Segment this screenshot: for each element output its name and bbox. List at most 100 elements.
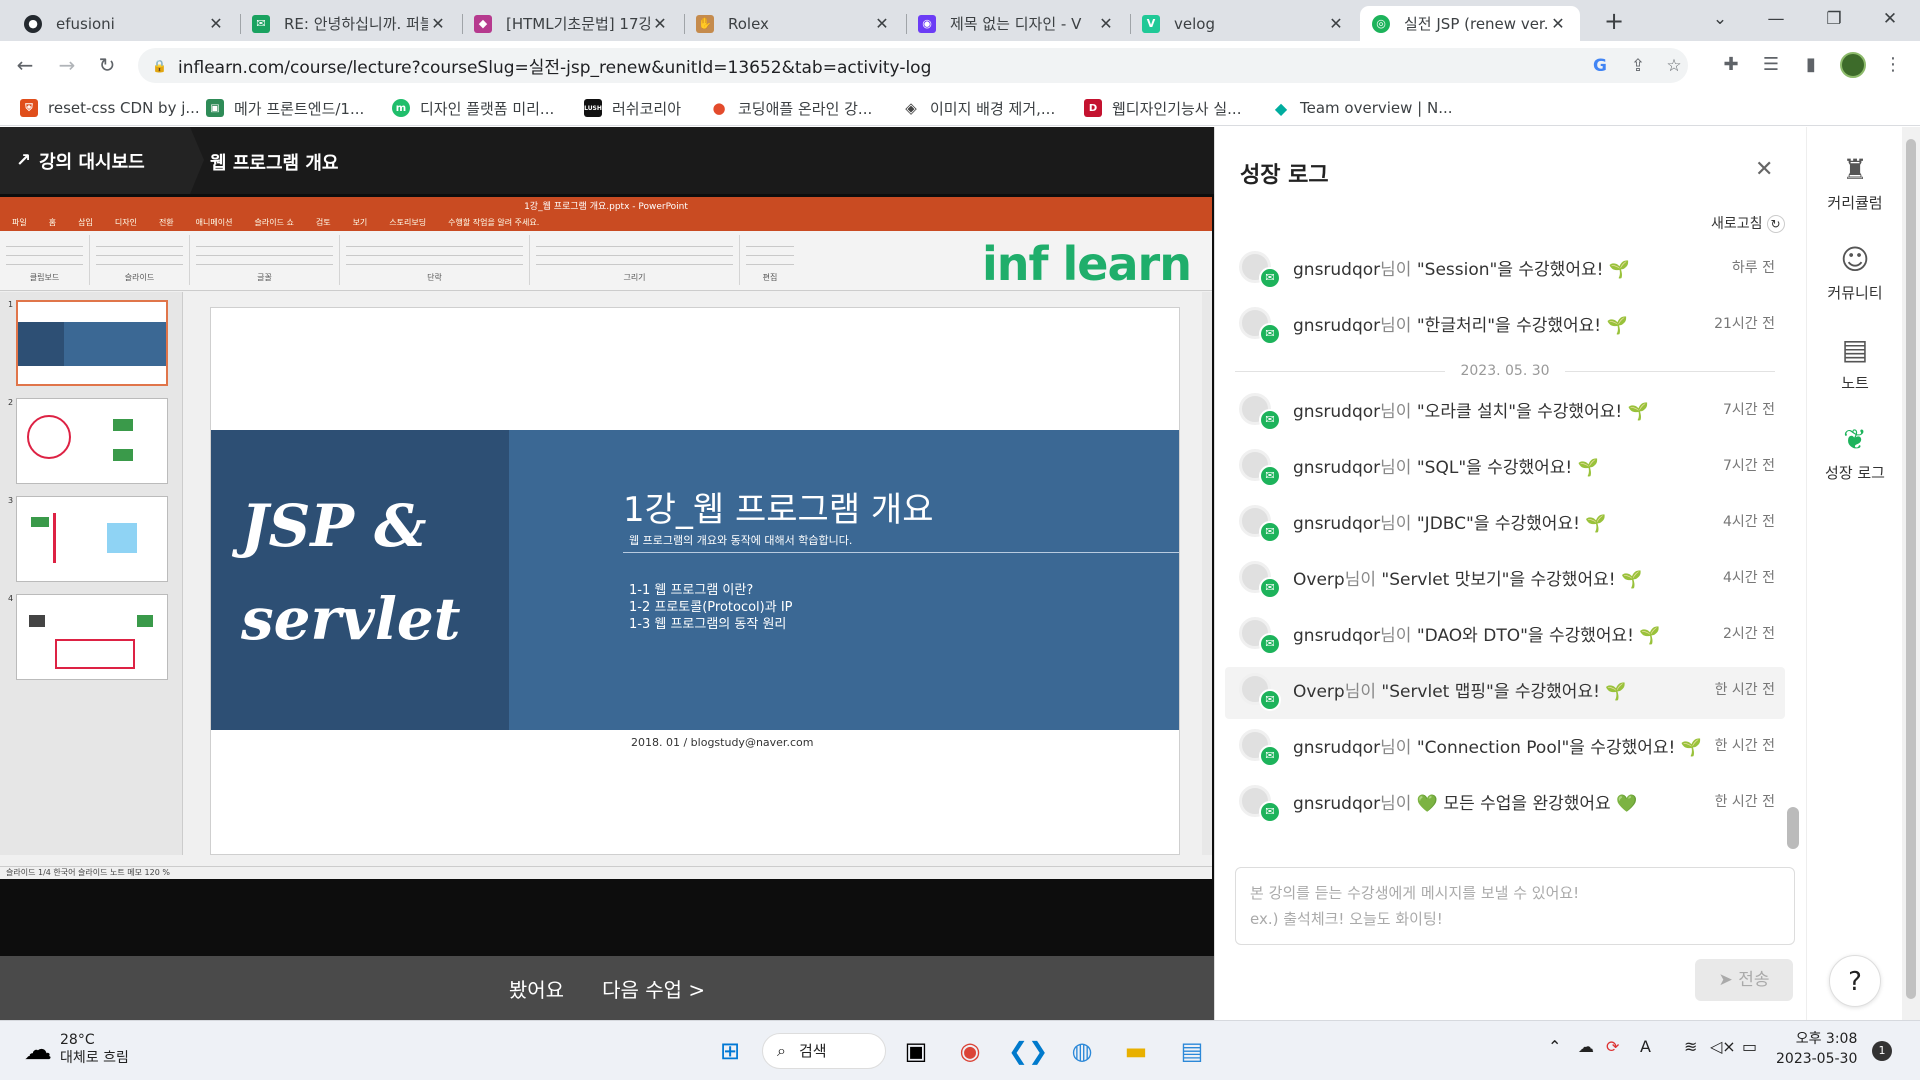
page-scrollbar-thumb[interactable] [1906, 139, 1916, 999]
sync-icon[interactable]: ⟳ [1606, 1037, 1619, 1056]
slide-thumb-4[interactable] [16, 594, 168, 680]
reload-button[interactable]: ↻ [92, 50, 122, 80]
close-tab-icon[interactable]: ✕ [872, 14, 892, 33]
feed-user[interactable]: gnsrudqor [1293, 316, 1380, 336]
tab-rolex[interactable]: ✋ Rolex ✕ [684, 6, 904, 41]
feed-text: gnsrudqor님이 "한글처리"을 수강했어요! 🌱 [1293, 311, 1628, 336]
taskbar-search[interactable]: ⌕ 검색 [762, 1033, 886, 1069]
minimize-button[interactable]: — [1748, 0, 1804, 41]
bookmark-star-icon[interactable]: ☆ [1662, 54, 1686, 78]
lock-icon[interactable]: 🔒 [152, 59, 170, 73]
notepad-icon[interactable]: ▤ [1174, 1033, 1210, 1069]
task-view-icon[interactable]: ▣ [898, 1033, 934, 1069]
onedrive-icon[interactable]: ☁ [1578, 1037, 1594, 1056]
reading-list-icon[interactable]: ☰ [1756, 50, 1786, 80]
extensions-icon[interactable]: ✚ [1716, 50, 1746, 80]
tab-jsp-course[interactable]: ◎ 실전 JSP (renew ver.) ✕ [1360, 6, 1580, 41]
slide-subheading: 웹 프로그램의 개요와 동작에 대해서 학습합니다. [629, 534, 853, 547]
menu-icon[interactable]: ⋮ [1878, 50, 1908, 80]
bookmark-lush[interactable]: LUSH 러쉬코리아 [584, 96, 681, 120]
side-panel-icon[interactable]: ▮ [1796, 50, 1826, 80]
bookmark-web-design[interactable]: D 웹디자인기능사 실... [1084, 96, 1241, 120]
google-icon[interactable]: G [1588, 54, 1612, 78]
maximize-button[interactable]: ❐ [1806, 0, 1862, 41]
bookmark-mega-frontend[interactable]: ▣ 메가 프론트엔드/1... [206, 96, 364, 120]
tab-design[interactable]: ◉ 제목 없는 디자인 - V ✕ [906, 6, 1128, 41]
tab-velog[interactable]: V velog ✕ [1130, 6, 1358, 41]
notification-badge[interactable]: 1 [1872, 1041, 1892, 1061]
rail-growth-log[interactable]: ❦ 성장 로그 [1807, 423, 1903, 483]
ppt-scrollbar[interactable] [1202, 292, 1212, 855]
feed-user[interactable]: gnsrudqor [1293, 794, 1380, 814]
rail-notes[interactable]: ▤ 노트 [1807, 333, 1903, 393]
weather-widget[interactable]: ☁ 28°C 대체로 흐림 [24, 1031, 129, 1067]
ribbon-controls [536, 241, 733, 269]
back-button[interactable]: ← [10, 50, 40, 80]
ppt-menu-item: 디자인 [114, 218, 137, 227]
bookmark-remove-bg[interactable]: ◈ 이미지 배경 제거,... [902, 96, 1055, 120]
globe-app-icon[interactable]: ◍ [1064, 1033, 1100, 1069]
feed-scrollbar[interactable] [1787, 807, 1799, 849]
system-clock[interactable]: 오후 3:08 2023-05-30 [1776, 1029, 1857, 1069]
close-window-button[interactable]: ✕ [1862, 0, 1918, 41]
tab-efusioni[interactable]: ● efusioni ✕ [12, 6, 238, 41]
address-bar[interactable]: 🔒 inflearn.com/course/lecture?courseSlug… [138, 48, 1688, 83]
send-label: 전송 [1738, 970, 1770, 990]
feed-user[interactable]: Overp [1293, 570, 1345, 590]
help-button[interactable]: ? [1829, 955, 1881, 1007]
feed-user[interactable]: gnsrudqor [1293, 458, 1380, 478]
ribbon-controls [6, 241, 83, 269]
bookmark-coding-apple[interactable]: ● 코딩애플 온라인 강... [710, 96, 872, 120]
dashboard-link[interactable]: ↗ 강의 대시보드 [0, 127, 190, 194]
velog-icon: V [1142, 14, 1160, 33]
bookmark-label: 메가 프론트엔드/1... [234, 99, 365, 118]
close-tab-icon[interactable]: ✕ [1096, 14, 1116, 33]
vscode-icon[interactable]: ❮❯ [1008, 1033, 1048, 1069]
new-tab-button[interactable]: + [1599, 7, 1629, 37]
right-nav-rail: ♜ 커리큘럼 ☺ 커뮤니티 ▤ 노트 ❦ 성장 로그 ? [1806, 127, 1902, 1020]
slide-thumb-2[interactable] [16, 398, 168, 484]
next-lesson-button[interactable]: 다음 수업 > [602, 974, 705, 1003]
close-tab-icon[interactable]: ✕ [206, 14, 226, 33]
feed-item: ✉ Overp님이 "Servlet 맛보기"을 수강했어요! 🌱 4시간 전 [1225, 555, 1785, 607]
wifi-icon[interactable]: ≋ [1684, 1037, 1697, 1056]
tab-html-basics[interactable]: ◆ [HTML기초문법] 17강 ✕ [462, 6, 682, 41]
file-explorer-icon[interactable]: ▬ [1118, 1033, 1154, 1069]
forward-button[interactable]: → [52, 50, 82, 80]
chrome-icon[interactable]: ◉ [952, 1033, 988, 1069]
close-tab-icon[interactable]: ✕ [1326, 14, 1346, 33]
start-button[interactable]: ⊞ [712, 1033, 748, 1069]
slide-thumb-1[interactable] [16, 300, 168, 386]
feed-user[interactable]: gnsrudqor [1293, 260, 1380, 280]
slide-thumb-3[interactable] [16, 496, 168, 582]
watched-button[interactable]: 봤어요 [509, 974, 564, 1003]
close-tab-icon[interactable]: ✕ [428, 14, 448, 33]
close-tab-icon[interactable]: ✕ [1548, 14, 1568, 33]
close-icon[interactable]: ✕ [1755, 157, 1773, 182]
send-button[interactable]: ➤ 전송 [1695, 959, 1793, 1001]
tab-mail[interactable]: ✉ RE: 안녕하십니까. 퍼블 ✕ [240, 6, 460, 41]
refresh-button[interactable]: 새로고침 ↻ [1711, 213, 1785, 233]
feed-user[interactable]: gnsrudqor [1293, 738, 1380, 758]
video-player[interactable]: 1강_웹 프로그램 개요.pptx - PowerPoint 파일 홈 삽입 디… [0, 194, 1214, 956]
volume-icon[interactable]: ◁× [1710, 1037, 1736, 1056]
tab-search-button[interactable]: ⌄ [1692, 0, 1748, 41]
feed-user[interactable]: Overp [1293, 682, 1345, 702]
battery-icon[interactable]: ▭ [1742, 1037, 1757, 1056]
feed-user[interactable]: gnsrudqor [1293, 402, 1380, 422]
feed-user[interactable]: gnsrudqor [1293, 626, 1380, 646]
page-scrollbar[interactable] [1902, 127, 1920, 1020]
profile-avatar[interactable] [1840, 52, 1866, 78]
bookmark-design-platform[interactable]: m 디자인 플랫폼 미리... [392, 96, 554, 120]
feed-user[interactable]: gnsrudqor [1293, 514, 1380, 534]
chevron-up-icon[interactable]: ⌃ [1548, 1037, 1561, 1056]
close-tab-icon[interactable]: ✕ [650, 14, 670, 33]
feed-text: gnsrudqor님이 "SQL"을 수강했어요! 🌱 [1293, 453, 1599, 478]
ime-icon[interactable]: A [1640, 1037, 1651, 1056]
bookmark-reset-css[interactable]: ⛨ reset-css CDN by j... [20, 96, 200, 120]
share-icon[interactable]: ⇪ [1626, 54, 1650, 78]
rail-community[interactable]: ☺ 커뮤니티 [1807, 243, 1903, 303]
message-input[interactable]: 본 강의를 듣는 수강생에게 메시지를 보낼 수 있어요! ex.) 출석체크!… [1235, 867, 1795, 945]
rail-curriculum[interactable]: ♜ 커리큘럼 [1807, 153, 1903, 213]
bookmark-team-overview[interactable]: ◆ Team overview | N... [1272, 96, 1453, 120]
